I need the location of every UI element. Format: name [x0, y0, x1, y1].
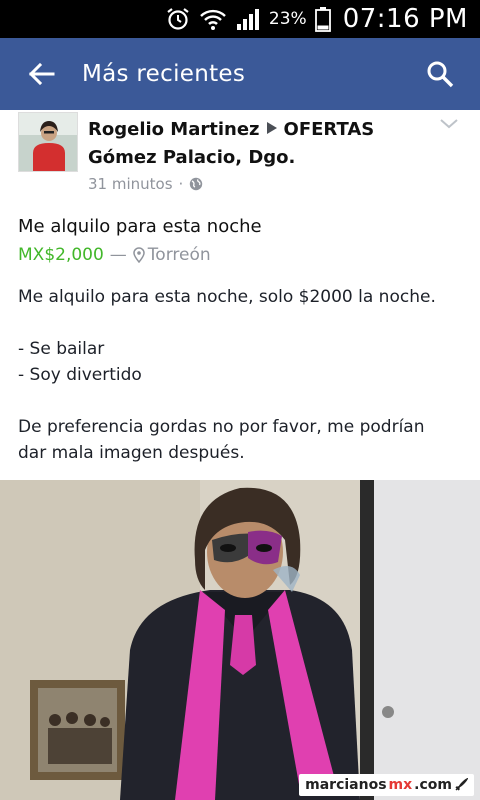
photo-illustration [0, 480, 480, 800]
status-bar: 23% 07:16 PM [0, 0, 480, 38]
post-meta: 31 minutos · [88, 172, 203, 196]
alarm-icon [165, 6, 191, 32]
listing-city: Torreón [133, 242, 211, 268]
watermark-part3: .com [414, 777, 452, 793]
location-pin-icon [133, 247, 145, 263]
body-line: - Se bailar [18, 339, 105, 359]
post-location[interactable]: Gómez Palacio, Dgo. [88, 144, 295, 172]
share-to-arrow-icon [266, 116, 278, 144]
post-options-button[interactable] [436, 114, 462, 134]
body-line: - Soy divertido [18, 365, 142, 385]
search-icon [427, 61, 454, 88]
listing-city-label: Torreón [147, 245, 211, 265]
battery-percent: 23% [268, 9, 307, 29]
rocket-icon [455, 778, 468, 791]
body-line: De preferencia gordas no por favor, me p… [18, 417, 425, 463]
author-avatar[interactable] [18, 112, 78, 172]
post-body: Me alquilo para esta noche, solo $2000 l… [18, 284, 458, 466]
clock-time: 07:16 PM [342, 4, 468, 34]
signal-icon [235, 7, 261, 31]
back-arrow-icon [28, 62, 55, 86]
listing-price-line: MX$2,000 — Torreón [18, 242, 211, 268]
price-dash: — [109, 245, 127, 265]
page-title: Más recientes [82, 61, 246, 87]
meta-separator: · [178, 175, 184, 193]
battery-icon [314, 6, 331, 32]
watermark-part1: marcianos [305, 777, 387, 793]
post-header: Rogelio Martinez OFERTAS [88, 116, 374, 144]
chevron-down-icon [440, 119, 458, 129]
marketplace-post: Rogelio Martinez OFERTAS Gómez Palacio, D… [0, 110, 480, 480]
listing-price: MX$2,000 [18, 245, 104, 265]
post-timestamp[interactable]: 31 minutos [88, 172, 173, 196]
watermark: marcianos mx .com [299, 774, 474, 796]
search-button[interactable] [400, 38, 480, 110]
listing-photo[interactable]: marcianos mx .com [0, 480, 480, 800]
wifi-icon [199, 7, 227, 31]
watermark-part2: mx [388, 777, 413, 793]
globe-icon [190, 177, 203, 191]
body-line: Me alquilo para esta noche, solo $2000 l… [18, 287, 436, 307]
listing-title: Me alquilo para esta noche [18, 216, 262, 237]
app-bar: Más recientes [0, 38, 480, 110]
group-name[interactable]: OFERTAS [284, 119, 375, 140]
back-button[interactable] [0, 38, 82, 110]
author-name[interactable]: Rogelio Martinez [88, 119, 260, 140]
